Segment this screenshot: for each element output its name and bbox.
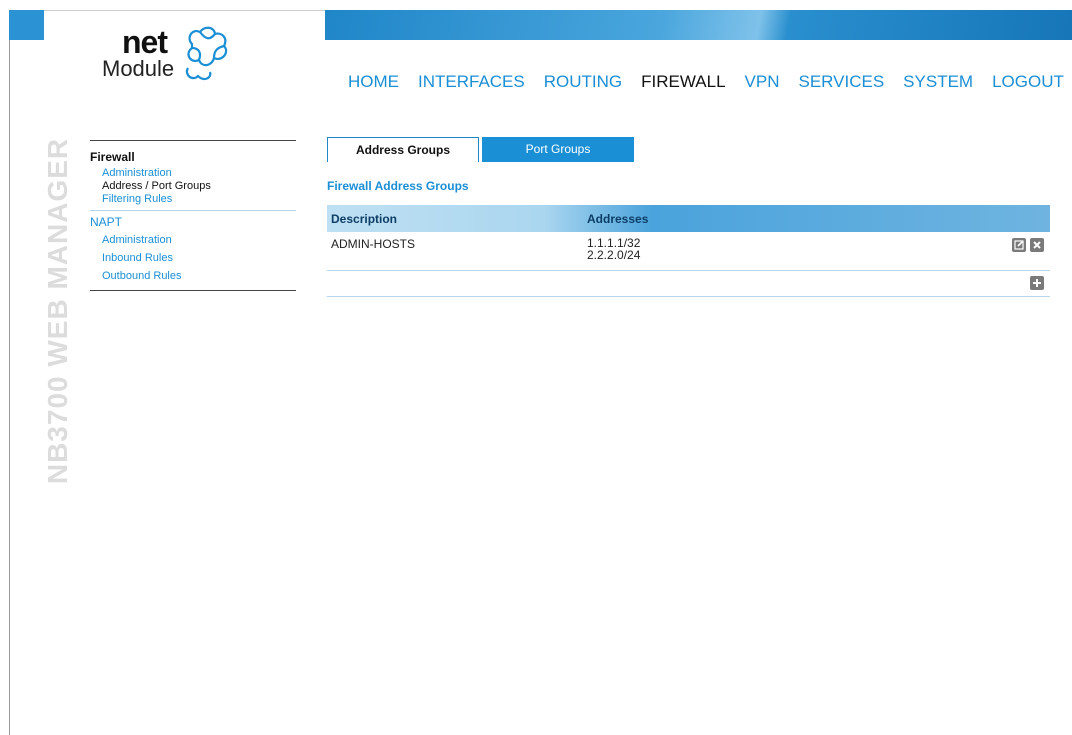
main-nav: HOME INTERFACES ROUTING FIREWALL VPN SER…	[348, 72, 1064, 92]
edit-icon[interactable]	[1012, 238, 1026, 252]
cell-description: ADMIN-HOSTS	[331, 237, 415, 251]
nav-routing[interactable]: ROUTING	[544, 72, 622, 92]
nav-system[interactable]: SYSTEM	[903, 72, 973, 92]
column-header-addresses: Addresses	[587, 211, 649, 226]
product-title: NB3700 WEB MANAGER	[42, 137, 73, 485]
row-actions	[1012, 238, 1044, 252]
address-groups-table: Description Addresses ADMIN-HOSTS 1.1.1.…	[327, 205, 1050, 297]
nav-vpn[interactable]: VPN	[745, 72, 780, 92]
header-accent	[9, 10, 44, 40]
logo-word-net: net	[122, 24, 168, 60]
address-entry: 1.1.1.1/32	[587, 236, 641, 250]
sidebar-item-outbound-rules[interactable]: Outbound Rules	[90, 270, 296, 283]
logo-word-module: Module	[102, 56, 175, 81]
section-title: Firewall Address Groups	[327, 179, 469, 193]
nav-home[interactable]: HOME	[348, 72, 399, 92]
cell-addresses: 1.1.1.1/32 2.2.2.0/24	[587, 237, 1050, 270]
sidebar-item-inbound-rules[interactable]: Inbound Rules	[90, 252, 296, 265]
column-header-description: Description	[331, 211, 398, 226]
sidebar-menu: Firewall Administration Address / Port G…	[90, 140, 296, 291]
logo-knot-icon	[185, 26, 228, 81]
page-frame	[9, 10, 1072, 735]
nav-services[interactable]: SERVICES	[799, 72, 885, 92]
address-entry: 2.2.2.0/24	[587, 248, 641, 262]
delete-icon[interactable]	[1030, 238, 1044, 252]
sidebar-section-napt[interactable]: NAPT	[90, 215, 296, 229]
tab-address-groups[interactable]: Address Groups	[327, 137, 479, 162]
netmodule-logo: net Module	[100, 20, 240, 90]
nav-firewall[interactable]: FIREWALL	[641, 72, 725, 92]
nav-interfaces[interactable]: INTERFACES	[418, 72, 525, 92]
add-row	[327, 271, 1050, 297]
table-row: ADMIN-HOSTS 1.1.1.1/32 2.2.2.0/24	[327, 232, 1050, 271]
sidebar-item-address-port-groups[interactable]: Address / Port Groups	[90, 180, 296, 193]
add-icon[interactable]	[1030, 276, 1044, 290]
table-header: Description Addresses	[327, 205, 1050, 232]
header-bar	[325, 10, 1072, 40]
sidebar-item-napt-administration[interactable]: Administration	[90, 234, 296, 247]
nav-logout[interactable]: LOGOUT	[992, 72, 1064, 92]
tab-port-groups[interactable]: Port Groups	[482, 137, 634, 162]
tab-bar: Address Groups Port Groups	[327, 137, 634, 162]
sidebar-item-filtering-rules[interactable]: Filtering Rules	[90, 193, 296, 206]
sidebar-divider	[90, 210, 296, 211]
sidebar-section-firewall: Firewall	[90, 150, 135, 164]
sidebar-item-firewall-administration[interactable]: Administration	[90, 167, 296, 180]
